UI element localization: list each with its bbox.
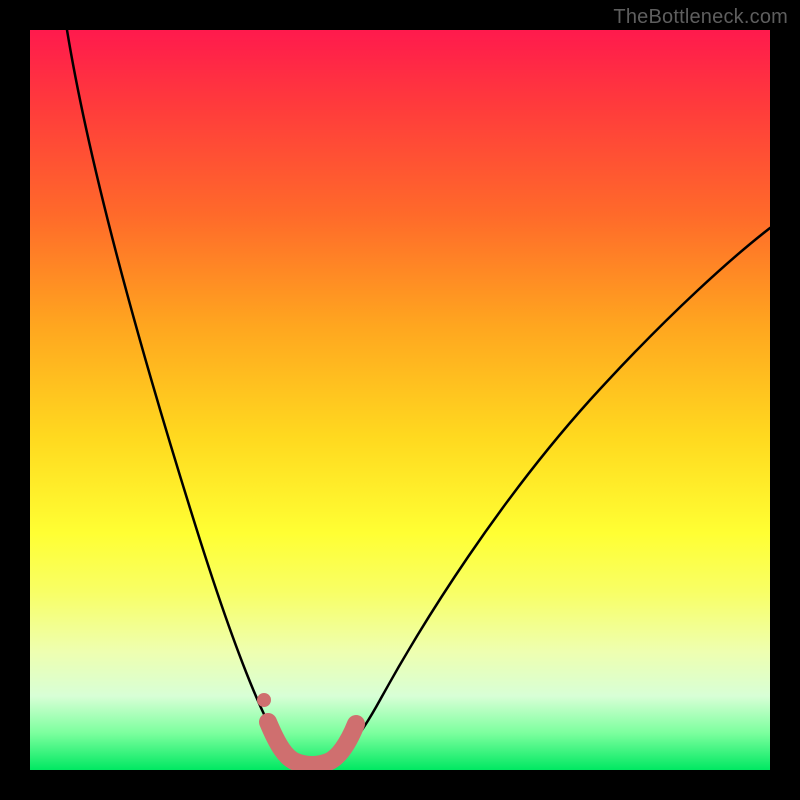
highlight-dot [257, 693, 271, 707]
bottleneck-curve [67, 30, 770, 765]
chart-frame: TheBottleneck.com [0, 0, 800, 800]
curve-layer [30, 30, 770, 770]
optimal-range-highlight [268, 722, 356, 765]
watermark-text: TheBottleneck.com [613, 6, 788, 29]
plot-area [30, 30, 770, 770]
